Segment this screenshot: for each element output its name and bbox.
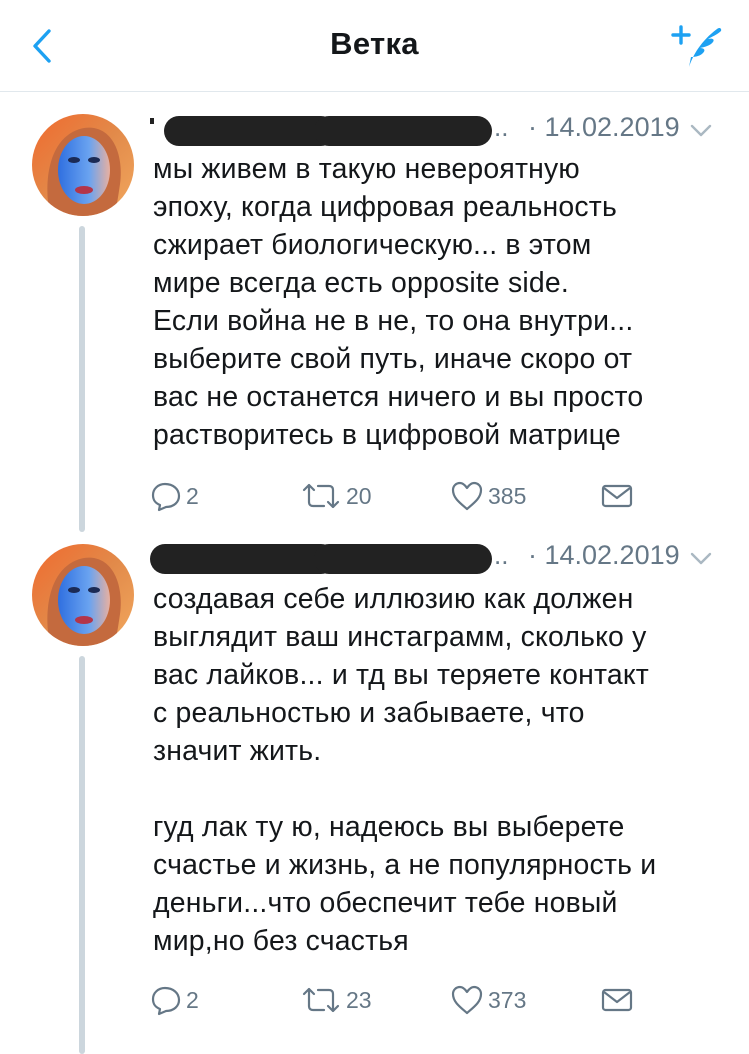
- redacted-handle: [314, 544, 492, 574]
- avatar[interactable]: [32, 114, 134, 216]
- like-count: 385: [488, 482, 527, 509]
- tweet-actions: 2 23 373: [150, 980, 650, 1020]
- heart-icon: [451, 985, 483, 1015]
- truncation-dots: ..: [494, 112, 509, 142]
- thread-line: [79, 226, 85, 532]
- reply-count: 2: [186, 482, 199, 509]
- retweet-icon: [302, 987, 340, 1013]
- tweet-text: создавая себе иллюзию как должен выгляди…: [153, 583, 657, 957]
- tweet-actions: 2 20 385: [150, 476, 650, 516]
- redacted-name: [150, 118, 154, 124]
- thread-line: [79, 656, 85, 1054]
- direct-message-button[interactable]: [600, 980, 634, 1020]
- retweet-button[interactable]: 23: [300, 980, 372, 1020]
- tweet-text: мы живем в такую невероятную эпоху, когд…: [153, 153, 644, 451]
- reply-icon: [151, 482, 181, 512]
- chevron-down-icon: [690, 552, 712, 565]
- tweet[interactable]: .. · 14.02.2019 мы живем в такую невероя…: [0, 0, 749, 540]
- like-button[interactable]: 385: [450, 476, 526, 516]
- reply-button[interactable]: 2: [150, 980, 199, 1020]
- envelope-icon: [601, 988, 633, 1012]
- reply-count: 2: [186, 986, 199, 1013]
- redacted-name: [164, 116, 336, 146]
- retweet-count: 23: [346, 986, 372, 1013]
- truncation-dots: ..: [494, 540, 509, 570]
- direct-message-button[interactable]: [600, 476, 634, 516]
- envelope-icon: [601, 484, 633, 508]
- tweet-header: .. · 14.02.2019: [150, 540, 730, 576]
- retweet-count: 20: [346, 482, 372, 509]
- redacted-name: [150, 544, 336, 574]
- tweet-header: .. · 14.02.2019: [150, 112, 730, 148]
- tweet-menu-button[interactable]: [686, 544, 716, 574]
- heart-icon: [451, 481, 483, 511]
- redacted-handle: [314, 116, 492, 146]
- tweet[interactable]: .. · 14.02.2019 создавая себе иллюзию ка…: [0, 540, 749, 1054]
- avatar-image: [32, 544, 134, 646]
- retweet-button[interactable]: 20: [300, 476, 372, 516]
- chevron-down-icon: [690, 124, 712, 137]
- avatar-image: [32, 114, 134, 216]
- tweet-menu-button[interactable]: [686, 116, 716, 146]
- reply-button[interactable]: 2: [150, 476, 199, 516]
- tweet-date[interactable]: · 14.02.2019: [528, 540, 680, 571]
- retweet-icon: [302, 483, 340, 509]
- like-count: 373: [488, 986, 527, 1013]
- tweet-date[interactable]: · 14.02.2019: [528, 112, 680, 143]
- reply-icon: [151, 986, 181, 1016]
- avatar[interactable]: [32, 544, 134, 646]
- like-button[interactable]: 373: [450, 980, 526, 1020]
